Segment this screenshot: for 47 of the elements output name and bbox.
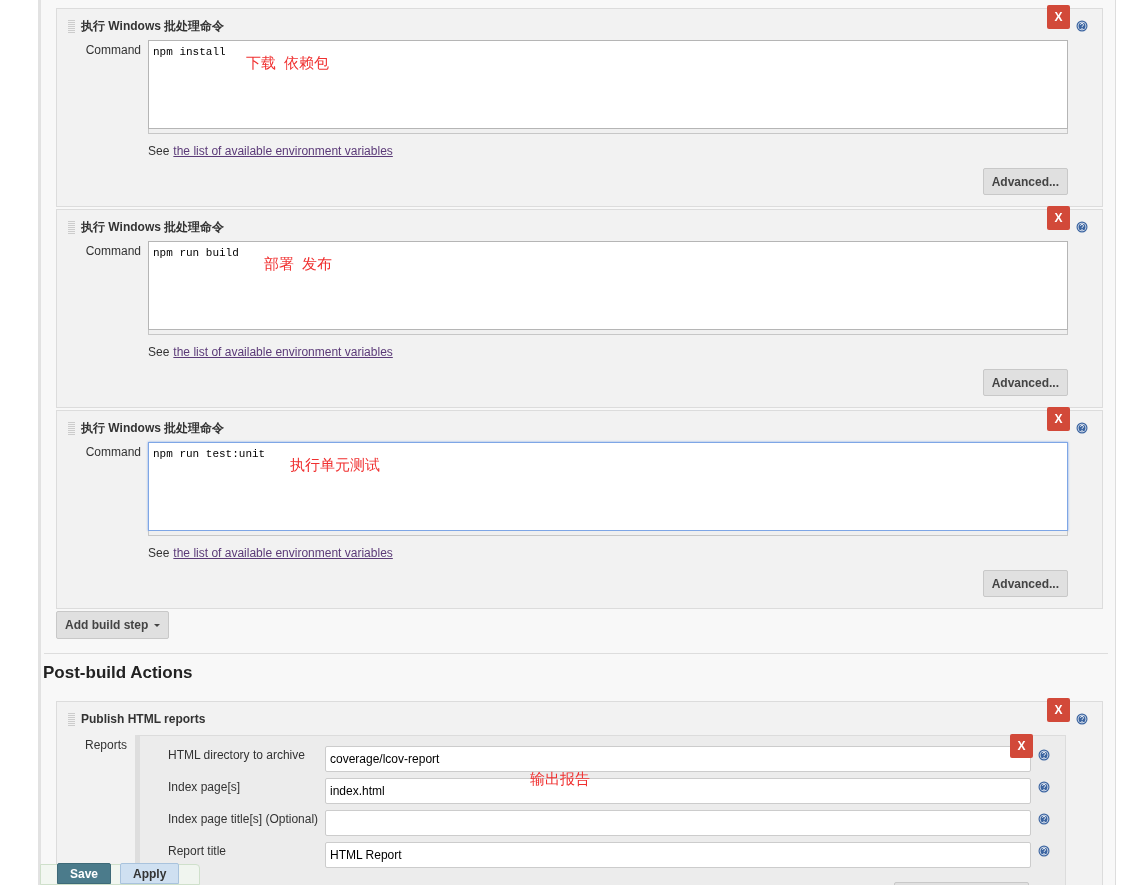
field-label: Index page[s] [168, 779, 241, 794]
text-field[interactable] [325, 809, 1031, 836]
text-field[interactable]: HTML Report [325, 841, 1031, 868]
help-icon[interactable] [1038, 812, 1050, 825]
annotation-text: 执行单元测试 [290, 455, 380, 475]
delete-button[interactable]: X [1047, 407, 1070, 431]
field-label: Reports [85, 737, 128, 752]
help-icon[interactable] [1038, 748, 1050, 761]
hint-text: See [148, 545, 170, 562]
delete-button[interactable]: X [1010, 733, 1033, 758]
annotation-text: 下载 依赖包 [246, 53, 330, 73]
apply-button[interactable]: Apply [120, 863, 180, 884]
field-label: Index page title[s] (Optional) [168, 811, 319, 826]
section-title: 执行 Windows 批处理命令 [81, 420, 225, 437]
environment-variables-link[interactable]: the list of available environment variables [173, 142, 393, 160]
section-title: 执行 Windows 批处理命令 [81, 18, 225, 35]
delete-button[interactable]: X [1047, 206, 1070, 230]
advanced-button[interactable]: Advanced... [982, 570, 1068, 597]
help-icon[interactable] [1076, 712, 1088, 725]
field-label: Command [85, 244, 141, 258]
help-icon[interactable] [1038, 780, 1050, 793]
drag-handle-icon[interactable] [68, 19, 75, 33]
section-title: 执行 Windows 批处理命令 [81, 219, 225, 236]
add-build-step-button[interactable]: Add build step [56, 611, 170, 639]
help-icon[interactable] [1076, 221, 1088, 233]
field-label: HTML directory to archive [168, 747, 305, 762]
delete-button[interactable]: X [1047, 5, 1070, 29]
field-label: Command [85, 445, 141, 459]
caret-icon [154, 623, 161, 627]
help-icon[interactable] [1038, 844, 1050, 857]
hint-text: See [148, 344, 170, 361]
help-icon[interactable] [1076, 20, 1088, 32]
drag-handle-icon[interactable] [68, 220, 75, 234]
field-label: Command [85, 43, 141, 57]
save-button[interactable]: Save [57, 863, 112, 884]
section-heading: Post-build Actions [43, 662, 193, 684]
delete-button[interactable]: X [1047, 697, 1070, 722]
environment-variables-link[interactable]: the list of available environment variables [173, 544, 393, 562]
advanced-button[interactable]: Advanced... [982, 168, 1068, 195]
advanced-button[interactable]: Advanced... [982, 369, 1068, 396]
help-icon[interactable] [1076, 422, 1088, 434]
environment-variables-link[interactable]: the list of available environment variables [173, 343, 393, 361]
field-label: Report title [168, 843, 227, 858]
annotation-text: 部署 发布 [264, 254, 333, 274]
hint-text: See [148, 143, 170, 160]
drag-handle-icon[interactable] [68, 421, 75, 435]
section-title: Publish HTML reports [81, 710, 206, 728]
